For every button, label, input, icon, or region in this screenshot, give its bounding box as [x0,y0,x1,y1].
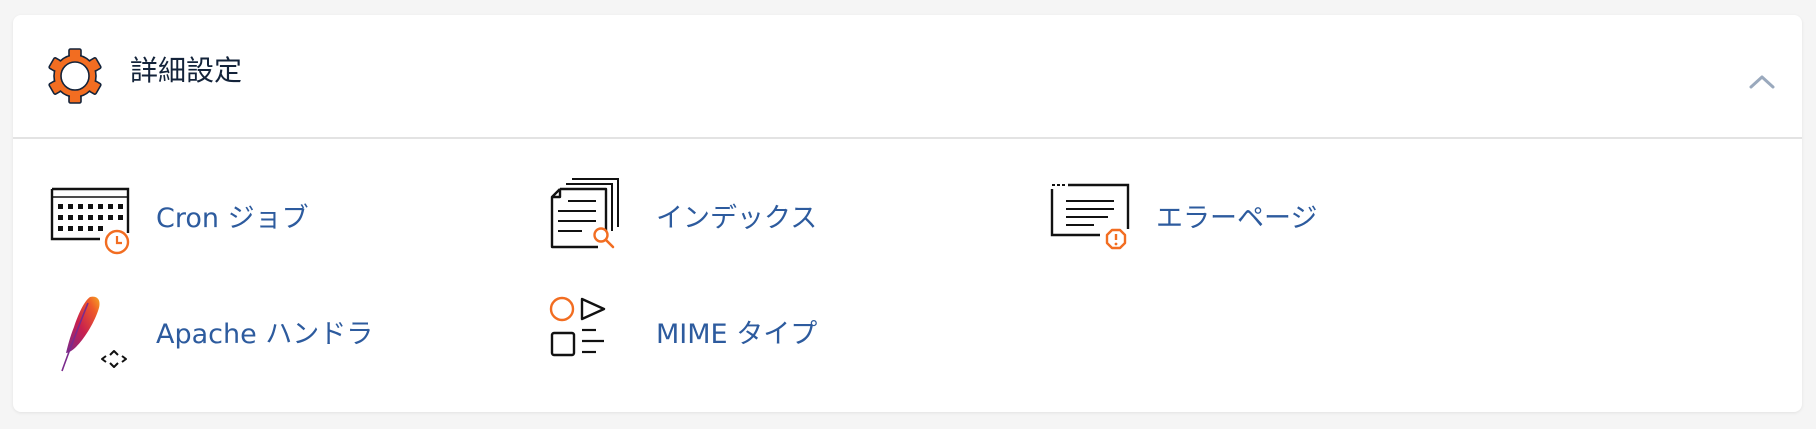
apache-feather-icon [61,296,127,372]
panel-header[interactable]: 詳細設定 [13,15,1802,139]
page-error-icon [1050,183,1130,250]
tool-label: インデックス [656,203,818,234]
tool-indexes[interactable]: インデックス [548,177,817,261]
document-search-icon [550,178,619,249]
collapse-button[interactable] [1736,61,1788,101]
chevron-up-icon [1749,75,1775,89]
gear-icon [48,48,102,104]
tool-label: MIME タイプ [656,319,818,350]
panel-title: 詳細設定 [130,54,243,87]
calendar-clock-icon [50,187,130,255]
tool-cron-jobs[interactable]: Cron ジョブ [48,177,309,261]
tool-apache-handlers[interactable]: Apache ハンドラ [48,293,373,377]
tool-label: エラーページ [1156,203,1318,234]
shapes-icon [549,296,606,357]
tool-label: Apache ハンドラ [156,319,374,350]
tool-error-pages[interactable]: エラーページ [1048,177,1317,261]
tool-mime-types[interactable]: MIME タイプ [548,293,817,377]
advanced-settings-panel: 詳細設定 Cron ジョブ インデックス エラーページ Apache ハンドラ … [13,15,1802,412]
tool-label: Cron ジョブ [156,203,309,234]
